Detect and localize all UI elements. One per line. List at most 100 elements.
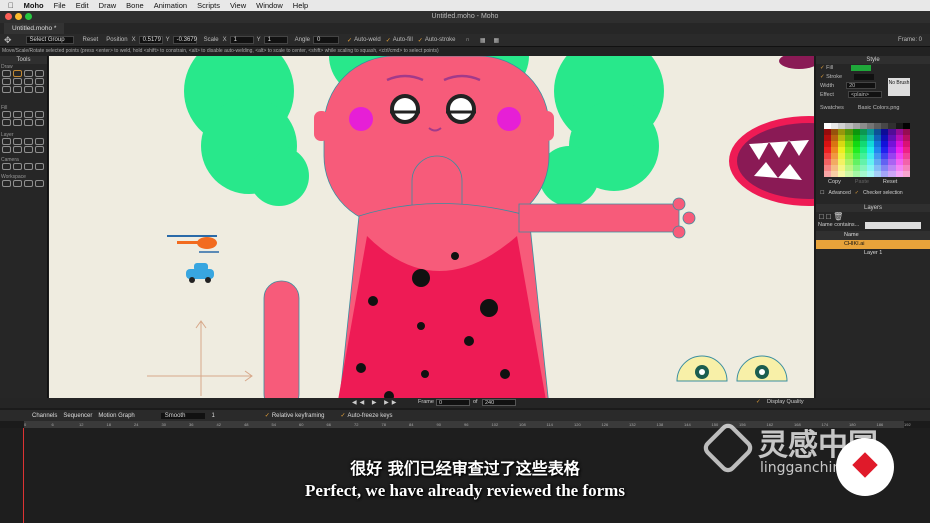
angle-field[interactable]: 0 — [313, 36, 340, 44]
select-shape-tool-icon[interactable] — [2, 111, 11, 118]
position-y-field[interactable]: -0.3679 — [172, 36, 197, 44]
draw-shape-tool-icon[interactable] — [13, 78, 22, 85]
color-swatch[interactable] — [831, 171, 839, 177]
step-field[interactable]: 1 — [211, 413, 214, 419]
delete-layer-icon[interactable]: 🗑 — [833, 212, 843, 221]
menu-bone[interactable]: Bone — [126, 1, 144, 10]
end-frame-field[interactable]: 240 — [482, 399, 516, 406]
color-swatch-grid[interactable] — [824, 123, 910, 177]
tab-channels[interactable]: Channels — [32, 413, 57, 419]
color-swatch[interactable] — [866, 171, 875, 177]
tab-sequencer[interactable]: Sequencer — [63, 413, 92, 419]
new-layer-icon[interactable]: □ — [819, 212, 824, 221]
fill-color-swatch[interactable] — [851, 64, 872, 71]
effect-dropdown[interactable]: <plain> — [847, 91, 882, 98]
delete-edge-tool-icon[interactable] — [13, 86, 22, 93]
orbit-workspace-tool-icon[interactable] — [35, 180, 44, 187]
relative-kf-checkbox[interactable]: ✓ — [265, 412, 270, 419]
rotate-layer-tool-icon[interactable] — [35, 138, 44, 145]
menu-edit[interactable]: Edit — [76, 1, 89, 10]
apple-icon[interactable]:  — [8, 1, 14, 10]
eyedropper-tool-icon[interactable] — [35, 146, 44, 153]
menu-file[interactable]: File — [54, 1, 66, 10]
eraser-tool-icon[interactable] — [24, 78, 33, 85]
pan-tilt-camera-tool-icon[interactable] — [35, 163, 44, 170]
color-swatch[interactable] — [902, 171, 910, 177]
duplicate-layer-icon[interactable]: □ — [826, 212, 831, 221]
position-x-field[interactable]: 0.5179 — [138, 36, 163, 44]
advanced-checkbox[interactable]: ☐ — [820, 190, 824, 196]
color-swatch[interactable] — [852, 171, 860, 177]
auto-stroke-checkbox[interactable]: ✓ — [418, 37, 423, 44]
paste-button[interactable]: Paste — [855, 179, 869, 185]
color-swatch[interactable] — [888, 171, 896, 177]
add-point-tool-icon[interactable] — [24, 70, 33, 77]
transform-icon[interactable]: ✥ — [4, 35, 12, 46]
hide-edge-tool-icon[interactable] — [13, 119, 22, 126]
curve-profile-tool-icon[interactable] — [24, 86, 33, 93]
magnet-tool-icon[interactable] — [35, 86, 44, 93]
fill-checkbox[interactable]: ✓ — [820, 65, 825, 71]
zoom-window-button[interactable] — [25, 13, 32, 20]
layer-row-chiki[interactable]: CHIKI.ai — [816, 240, 930, 249]
width-field[interactable]: 20 — [846, 82, 877, 89]
menu-view[interactable]: View — [230, 1, 246, 10]
distribute-icon[interactable]: ▦ — [494, 37, 500, 44]
curve-exposure-tool-icon[interactable] — [35, 119, 44, 126]
minimize-window-button[interactable] — [15, 13, 22, 20]
shear-layer-tool-icon[interactable] — [2, 146, 11, 153]
stroke-exposure-tool-icon[interactable] — [24, 119, 33, 126]
scale-layer-tool-icon[interactable] — [24, 138, 33, 145]
layer-row-layer1[interactable]: Layer 1 — [816, 249, 930, 258]
pan-workspace-tool-icon[interactable] — [2, 180, 11, 187]
close-window-button[interactable] — [5, 13, 12, 20]
scatter-brush-tool-icon[interactable] — [2, 86, 11, 93]
scale-y-field[interactable]: 1 — [263, 36, 288, 44]
color-swatch[interactable] — [838, 171, 846, 177]
select-mode-dropdown[interactable]: Select Group — [25, 36, 74, 44]
tab-motion-graph[interactable]: Motion Graph — [98, 413, 134, 419]
magnet-icon[interactable]: ∩ — [466, 37, 470, 43]
transform-points-tool-icon[interactable] — [13, 70, 22, 77]
color-swatch[interactable] — [895, 171, 903, 177]
stroke-checkbox[interactable]: ✓ — [820, 74, 825, 80]
delete-shape-tool-icon[interactable] — [35, 111, 44, 118]
scale-x-field[interactable]: 1 — [229, 36, 254, 44]
menu-draw[interactable]: Draw — [99, 1, 117, 10]
layer-filter-dropdown[interactable]: Name contains... — [818, 222, 859, 231]
transport-controls[interactable]: ◀◀ ▶ ▶▶ — [352, 399, 399, 406]
flip-layer-tool-icon[interactable] — [13, 146, 22, 153]
curvature-tool-icon[interactable] — [35, 70, 44, 77]
text-tool-icon[interactable] — [24, 146, 33, 153]
display-quality-icon[interactable]: ✓ — [756, 399, 761, 405]
align-icon[interactable]: ▦ — [480, 37, 486, 44]
zoom-camera-tool-icon[interactable] — [13, 163, 22, 170]
color-swatch[interactable] — [874, 171, 882, 177]
set-origin-tool-icon[interactable] — [2, 138, 11, 145]
no-brush-button[interactable]: No Brush — [888, 78, 910, 96]
display-quality-label[interactable]: Display Quality — [767, 399, 804, 405]
menu-app[interactable]: Moho — [24, 1, 44, 10]
auto-fill-checkbox[interactable]: ✓ — [386, 37, 391, 44]
menu-help[interactable]: Help — [293, 1, 308, 10]
frame-field[interactable]: 0 — [436, 399, 470, 406]
point-reduction-tool-icon[interactable] — [35, 78, 44, 85]
swatches-dropdown[interactable]: Basic Colors.png — [858, 105, 900, 111]
menu-animation[interactable]: Animation — [154, 1, 187, 10]
roll-camera-tool-icon[interactable] — [24, 163, 33, 170]
color-swatch[interactable] — [859, 171, 867, 177]
menu-window[interactable]: Window — [256, 1, 283, 10]
line-width-tool-icon[interactable] — [2, 119, 11, 126]
create-shape-tool-icon[interactable] — [13, 111, 22, 118]
zoom-workspace-tool-icon[interactable] — [13, 180, 22, 187]
layer-filter-input[interactable] — [865, 222, 922, 229]
paint-bucket-tool-icon[interactable] — [24, 111, 33, 118]
checker-checkbox[interactable]: ✓ — [855, 190, 859, 196]
stroke-color-swatch[interactable] — [854, 73, 875, 80]
rotate-workspace-tool-icon[interactable] — [24, 180, 33, 187]
drawing-canvas[interactable] — [49, 56, 814, 398]
auto-freeze-checkbox[interactable]: ✓ — [341, 412, 346, 419]
document-tab[interactable]: Untitled.moho * — [4, 23, 65, 34]
color-swatch[interactable] — [845, 171, 853, 177]
color-swatch[interactable] — [824, 171, 832, 177]
